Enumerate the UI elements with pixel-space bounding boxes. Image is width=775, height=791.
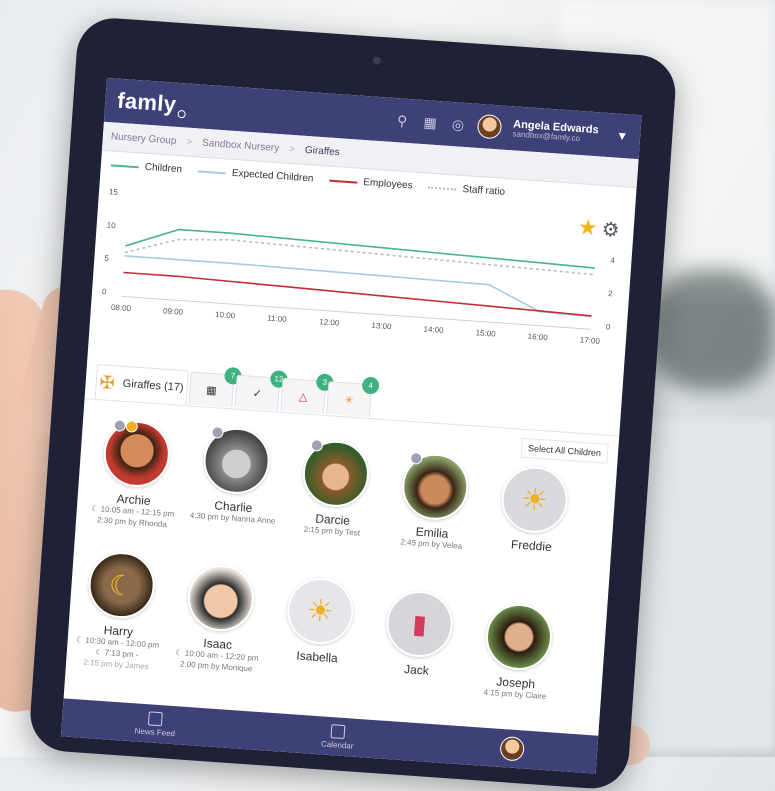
avatar [185,562,257,634]
child-card-darcie[interactable]: Darcie 2:15 pm by Test [282,437,389,541]
breadcrumb-item[interactable]: Sandbox Nursery [202,137,280,153]
x-tick-label: 14:00 [423,325,444,335]
child-card-jack[interactable]: ▮ Jack [366,588,472,681]
chart-plot: 151050642008:00 09:00 10:00 11:00 12:00 13:00… [102,187,618,346]
y2-tick-label: 0 [606,322,612,331]
tab-checkin[interactable]: ✓ 12 [234,370,288,411]
status-icon [310,439,324,452]
y2-tick-label: 6 [612,223,618,232]
background-plant [650,270,775,390]
avatar [400,451,471,522]
avatar [201,425,272,497]
y-tick-label: 15 [109,187,119,197]
app-logo[interactable]: famly [117,88,188,119]
child-card-emilia[interactable]: Emilia 2:45 pm by Velea [381,450,488,554]
calendar-icon [330,723,346,739]
avatar: ☀ [285,575,356,647]
tab-sun[interactable]: ☀ 4 [326,376,380,418]
sun-icon: ☀ [305,593,335,629]
series-line-expected-children [124,255,592,318]
select-all-button[interactable]: Select All Children [520,437,609,464]
avatar: ▮ [384,588,455,660]
x-tick-label: 16:00 [527,332,548,342]
y2-tick-label: 2 [608,289,614,298]
x-tick-label: 09:00 [163,306,184,316]
avatar [499,735,525,762]
nav-calendar[interactable]: Calendar [321,723,355,750]
check-icon: ✓ [252,387,263,400]
news-feed-icon [148,710,164,726]
app-screen: famly ⚲ ▦ ◎ Angela Edwards sandbox@famly… [60,77,642,774]
y-tick-label: 10 [106,221,116,231]
breadcrumb-separator: > [288,143,296,155]
tablet-device: famly ⚲ ▦ ◎ Angela Edwards sandbox@famly… [27,15,678,791]
avatar: ☀ [499,464,570,535]
x-tick-label: 17:00 [580,336,601,346]
child-name: Jack [403,662,430,678]
status-icon [409,451,423,465]
badge: 4 [361,376,380,395]
series-line-children [125,228,595,269]
x-tick-label: 13:00 [371,321,392,331]
messages-icon[interactable]: ▦ [421,113,440,132]
nav-news-feed[interactable]: News Feed [134,710,176,738]
tab-label: Giraffes (17) [122,377,184,394]
avatar [483,601,555,673]
thermometer-icon: ▮ [411,608,428,639]
status-icon [211,426,224,439]
child-card-joseph[interactable]: Joseph 4:15 pm by Claire [465,601,572,705]
x-tick-label: 11:00 [267,314,288,324]
status-icon [113,419,127,433]
child-name: Isabella [295,648,339,666]
attendance-chart: Children Expected Children Employees Sta… [88,151,637,388]
child-name: Freddie [510,537,553,555]
breadcrumb-item[interactable]: Nursery Group [111,131,177,147]
tab-calendar[interactable]: ▦ 7 [188,366,243,408]
child-card-freddie[interactable]: ☀ Freddie [481,463,587,556]
series-line-employees [123,271,592,317]
child-card-isaac[interactable]: Isaac ☾ 10:00 am - 12:20 pm 2:00 pm by M… [166,562,273,676]
thermometer-icon: △ [298,390,308,404]
giraffe-icon: ✠ [99,371,116,393]
sun-icon: ☀ [343,393,355,407]
nav-label: News Feed [134,725,176,738]
avatar [300,438,372,510]
y-tick-label: 5 [104,254,110,263]
breadcrumb-separator: > [185,136,193,148]
nav-label: Calendar [320,738,354,751]
globe-icon[interactable]: ◎ [449,115,468,134]
calendar-icon: ▦ [205,384,218,397]
chevron-down-icon[interactable]: ▼ [616,129,629,144]
x-tick-label: 08:00 [111,303,132,313]
child-card-charlie[interactable]: Charlie 4:30 pm by Nanna Anne [182,424,289,528]
moon-icon: ☾ [108,568,136,602]
tab-temperature[interactable]: △ 3 [280,373,334,414]
x-tick-label: 10:00 [215,310,236,320]
child-card-isabella[interactable]: ☀ Isabella [267,575,373,668]
child-card-harry[interactable]: ☾ Harry ☾ 10:30 am - 12:00 pm ☾ 7:13 pm … [66,549,174,674]
search-icon[interactable]: ⚲ [393,111,412,130]
x-tick-label: 12:00 [319,317,340,327]
avatar: ☾ [86,549,157,621]
tab-giraffes[interactable]: ✠ Giraffes (17) [94,363,189,406]
top-icons: ⚲ ▦ ◎ Angela Edwards sandbox@famly.co ▼ [392,108,629,148]
y2-tick-label: 4 [610,256,616,265]
sun-icon: ☀ [520,482,550,518]
user-avatar[interactable] [476,113,502,140]
nav-profile[interactable] [499,735,525,762]
user-info[interactable]: Angela Edwards sandbox@famly.co [512,118,599,145]
x-tick-label: 15:00 [475,328,496,338]
camera-icon [372,56,382,65]
breadcrumb-current: Giraffes [304,144,341,158]
status-icon [125,420,139,433]
avatar [101,418,173,490]
y-tick-label: 0 [102,287,108,296]
child-card-archie[interactable]: Archie ☾ 10:05 am - 12:15 pm 2:30 pm by … [82,417,189,531]
